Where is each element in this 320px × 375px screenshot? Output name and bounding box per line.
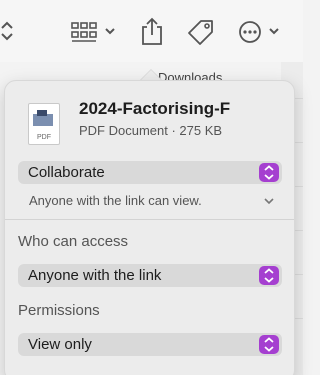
tag-button[interactable] bbox=[186, 18, 216, 48]
file-meta: PDF Document · 275 KB bbox=[79, 123, 223, 138]
tag-icon bbox=[188, 20, 213, 45]
share-button[interactable] bbox=[138, 16, 166, 46]
grid-view-icon bbox=[71, 22, 115, 42]
more-icon bbox=[239, 21, 279, 43]
file-name: 2024-Factorising-F bbox=[79, 99, 231, 118]
chevron-updown-icon[interactable] bbox=[0, 18, 14, 44]
share-icon bbox=[142, 17, 162, 45]
file-ext-label: PDF bbox=[37, 134, 51, 141]
link-access-summary: Anyone with the link can view. bbox=[29, 193, 202, 208]
more-button[interactable] bbox=[238, 20, 284, 44]
chevron-down-icon[interactable] bbox=[263, 193, 275, 205]
share-popover: PDF 2024-Factorising-F PDF Document · 27… bbox=[4, 80, 295, 375]
share-mode-select[interactable]: Collaborate bbox=[18, 161, 282, 184]
share-mode-value: Collaborate bbox=[28, 164, 105, 181]
select-stepper-icon bbox=[259, 163, 279, 182]
select-stepper-icon bbox=[259, 335, 279, 354]
access-value: Anyone with the link bbox=[28, 267, 162, 284]
file-thumbnail-detail bbox=[37, 110, 47, 116]
toolbar bbox=[0, 0, 303, 62]
pdf-file-icon: PDF bbox=[28, 103, 60, 145]
who-can-access-label: Who can access bbox=[18, 233, 129, 250]
permissions-label: Permissions bbox=[18, 302, 100, 319]
select-stepper-icon bbox=[259, 266, 279, 285]
permissions-select[interactable]: View only bbox=[18, 333, 282, 356]
view-options-button[interactable] bbox=[70, 20, 122, 44]
access-select[interactable]: Anyone with the link bbox=[18, 264, 282, 287]
divider bbox=[5, 219, 294, 220]
permissions-value: View only bbox=[28, 336, 92, 353]
